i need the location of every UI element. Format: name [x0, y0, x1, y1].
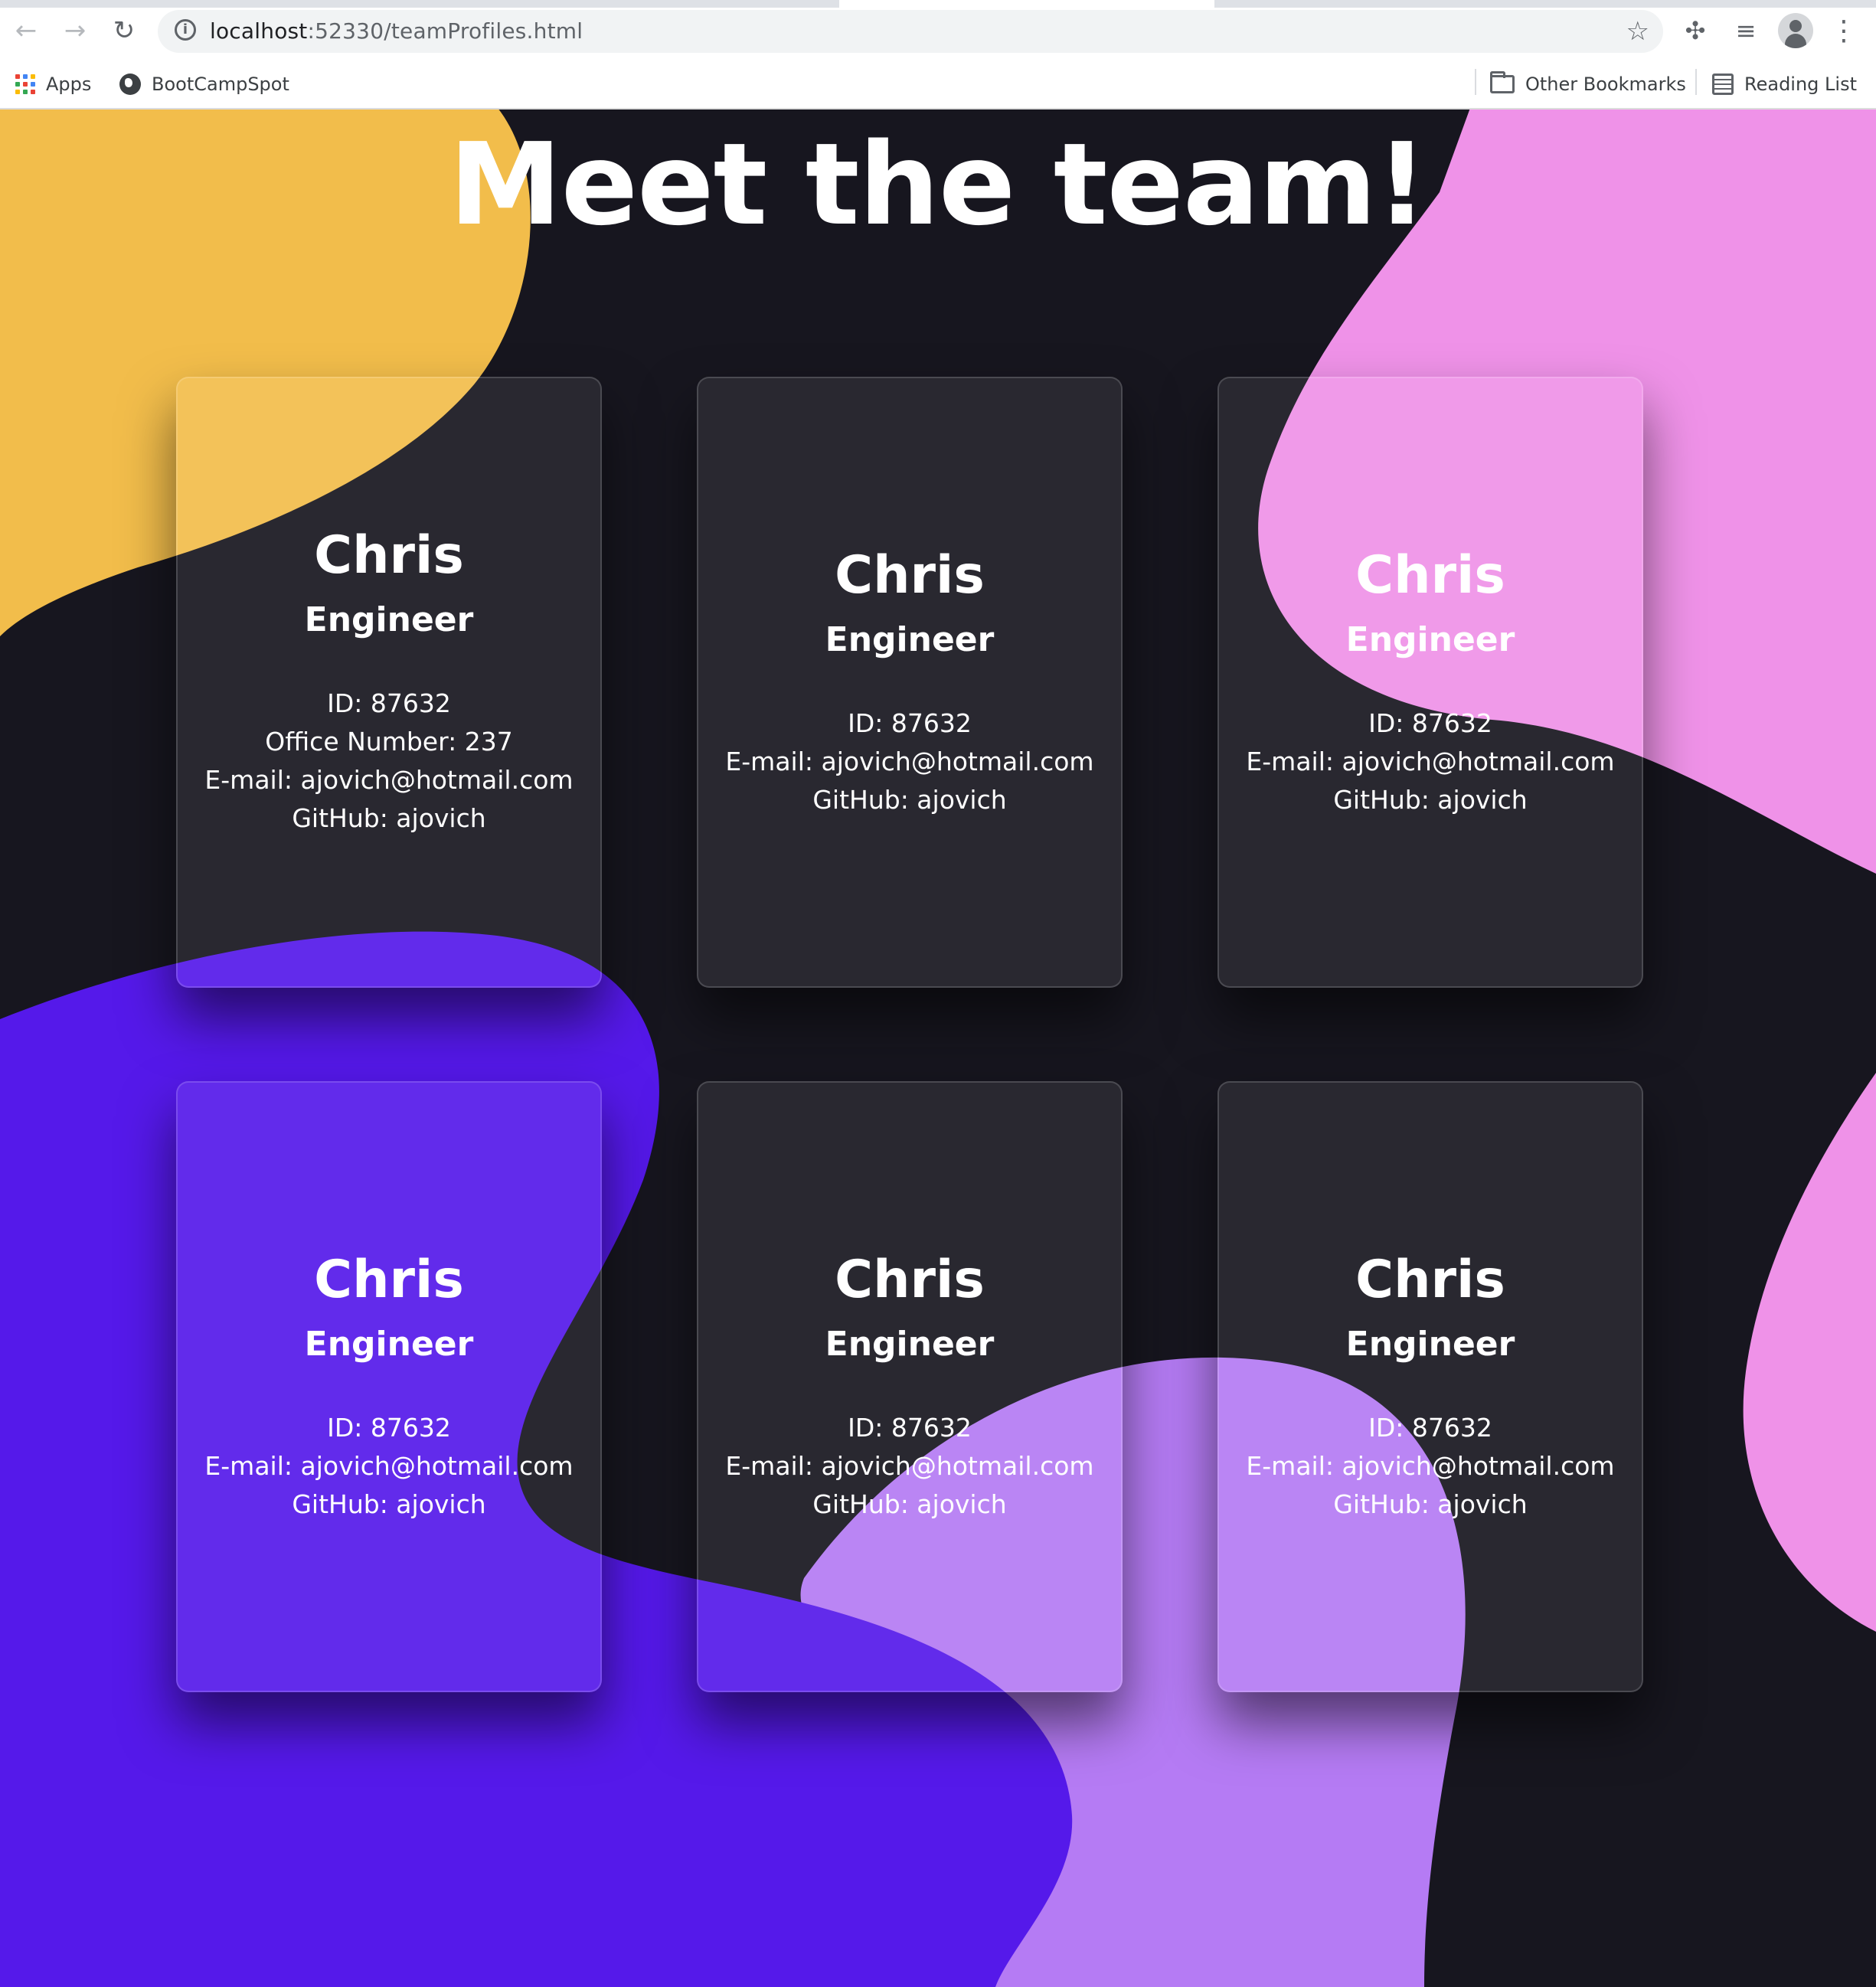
card-github[interactable]: GitHub: ajovich: [698, 1485, 1121, 1524]
card-email[interactable]: E-mail: ajovich@hotmail.com: [1219, 743, 1642, 781]
pink-blob-lower: [1743, 1073, 1876, 1632]
card-details: ID: 87632 Office Number: 237 E-mail: ajo…: [178, 685, 600, 838]
card-role: Engineer: [304, 1325, 474, 1364]
team-card: Chris Engineer ID: 87632 E-mail: ajovich…: [176, 1081, 602, 1692]
card-name: Chris: [835, 545, 985, 606]
card-role: Engineer: [304, 600, 474, 639]
url-text[interactable]: localhost:52330/teamProfiles.html: [210, 10, 583, 53]
card-details: ID: 87632 E-mail: ajovich@hotmail.com Gi…: [1219, 1409, 1642, 1524]
forward-icon[interactable]: →: [57, 12, 93, 49]
card-role: Engineer: [825, 620, 995, 659]
url-host: localhost: [210, 18, 308, 44]
bookmarks-bar: Apps BootCampSpot Other Bookmarks Readin…: [0, 61, 1876, 107]
reading-list-icon: [1712, 74, 1734, 95]
profile-avatar-icon[interactable]: [1778, 13, 1813, 48]
card-id: ID: 87632: [327, 688, 451, 718]
card-github[interactable]: GitHub: ajovich: [698, 781, 1121, 819]
bookmarks-divider: [1695, 69, 1697, 95]
card-id: ID: 87632: [1368, 1413, 1492, 1443]
card-office-number: Office Number: 237: [265, 727, 513, 757]
bookmark-other-label: Other Bookmarks: [1525, 74, 1686, 95]
reload-icon[interactable]: ↻: [106, 12, 142, 49]
team-card: Chris Engineer ID: 87632 E-mail: ajovich…: [1217, 1081, 1643, 1692]
team-card: Chris Engineer ID: 87632 E-mail: ajovich…: [1217, 377, 1643, 988]
card-name: Chris: [314, 525, 464, 586]
card-name: Chris: [314, 1250, 464, 1310]
bookmark-bootcampspot-label: BootCampSpot: [152, 74, 289, 95]
address-bar[interactable]: i localhost:52330/teamProfiles.html ☆: [158, 10, 1663, 53]
card-email[interactable]: E-mail: ajovich@hotmail.com: [178, 1447, 600, 1485]
card-name: Chris: [1355, 545, 1505, 606]
card-github[interactable]: GitHub: ajovich: [178, 1485, 600, 1524]
team-card: Chris Engineer ID: 87632 E-mail: ajovich…: [697, 377, 1123, 988]
card-github[interactable]: GitHub: ajovich: [1219, 781, 1642, 819]
menu-kebab-icon[interactable]: ⋮: [1825, 12, 1862, 49]
card-name: Chris: [835, 1250, 985, 1310]
card-details: ID: 87632 E-mail: ajovich@hotmail.com Gi…: [698, 704, 1121, 819]
site-info-icon[interactable]: i: [175, 19, 196, 41]
card-details: ID: 87632 E-mail: ajovich@hotmail.com Gi…: [698, 1409, 1121, 1524]
back-icon[interactable]: ←: [8, 12, 44, 49]
card-details: ID: 87632 E-mail: ajovich@hotmail.com Gi…: [1219, 704, 1642, 819]
reading-list-label: Reading List: [1744, 74, 1857, 95]
active-tab[interactable]: [839, 0, 1214, 8]
page-title: Meet the team!: [449, 119, 1427, 250]
bookmark-other[interactable]: Other Bookmarks: [1490, 61, 1686, 107]
media-control-icon[interactable]: ≡: [1727, 12, 1764, 49]
bookmark-apps-label: Apps: [46, 74, 92, 95]
tab-strip: [0, 0, 1876, 8]
card-role: Engineer: [1345, 620, 1515, 659]
browser-chrome: ← → ↻ i localhost:52330/teamProfiles.htm…: [0, 0, 1876, 109]
card-id: ID: 87632: [1368, 708, 1492, 738]
card-role: Engineer: [1345, 1325, 1515, 1364]
card-email[interactable]: E-mail: ajovich@hotmail.com: [1219, 1447, 1642, 1485]
team-card: Chris Engineer ID: 87632 Office Number: …: [176, 377, 602, 988]
bookmark-star-icon[interactable]: ☆: [1626, 16, 1649, 47]
extensions-icon[interactable]: ✣: [1677, 12, 1714, 49]
bookmarks-divider: [1475, 69, 1476, 95]
folder-icon: [1490, 71, 1515, 93]
reading-list[interactable]: Reading List: [1712, 61, 1857, 107]
card-details: ID: 87632 E-mail: ajovich@hotmail.com Gi…: [178, 1409, 600, 1524]
url-path: :52330/teamProfiles.html: [307, 18, 583, 44]
card-github[interactable]: GitHub: ajovich: [1219, 1485, 1642, 1524]
card-email[interactable]: E-mail: ajovich@hotmail.com: [698, 1447, 1121, 1485]
card-name: Chris: [1355, 1250, 1505, 1310]
card-id: ID: 87632: [327, 1413, 451, 1443]
card-id: ID: 87632: [848, 708, 972, 738]
card-role: Engineer: [825, 1325, 995, 1364]
bookmark-bootcampspot[interactable]: BootCampSpot: [119, 61, 289, 107]
card-github[interactable]: GitHub: ajovich: [178, 799, 600, 838]
card-email[interactable]: E-mail: ajovich@hotmail.com: [178, 761, 600, 799]
apps-grid-icon: [15, 74, 35, 94]
card-id: ID: 87632: [848, 1413, 972, 1443]
bookmark-apps[interactable]: Apps: [15, 61, 91, 107]
globe-icon: [119, 74, 141, 95]
team-card: Chris Engineer ID: 87632 E-mail: ajovich…: [697, 1081, 1123, 1692]
card-email[interactable]: E-mail: ajovich@hotmail.com: [698, 743, 1121, 781]
